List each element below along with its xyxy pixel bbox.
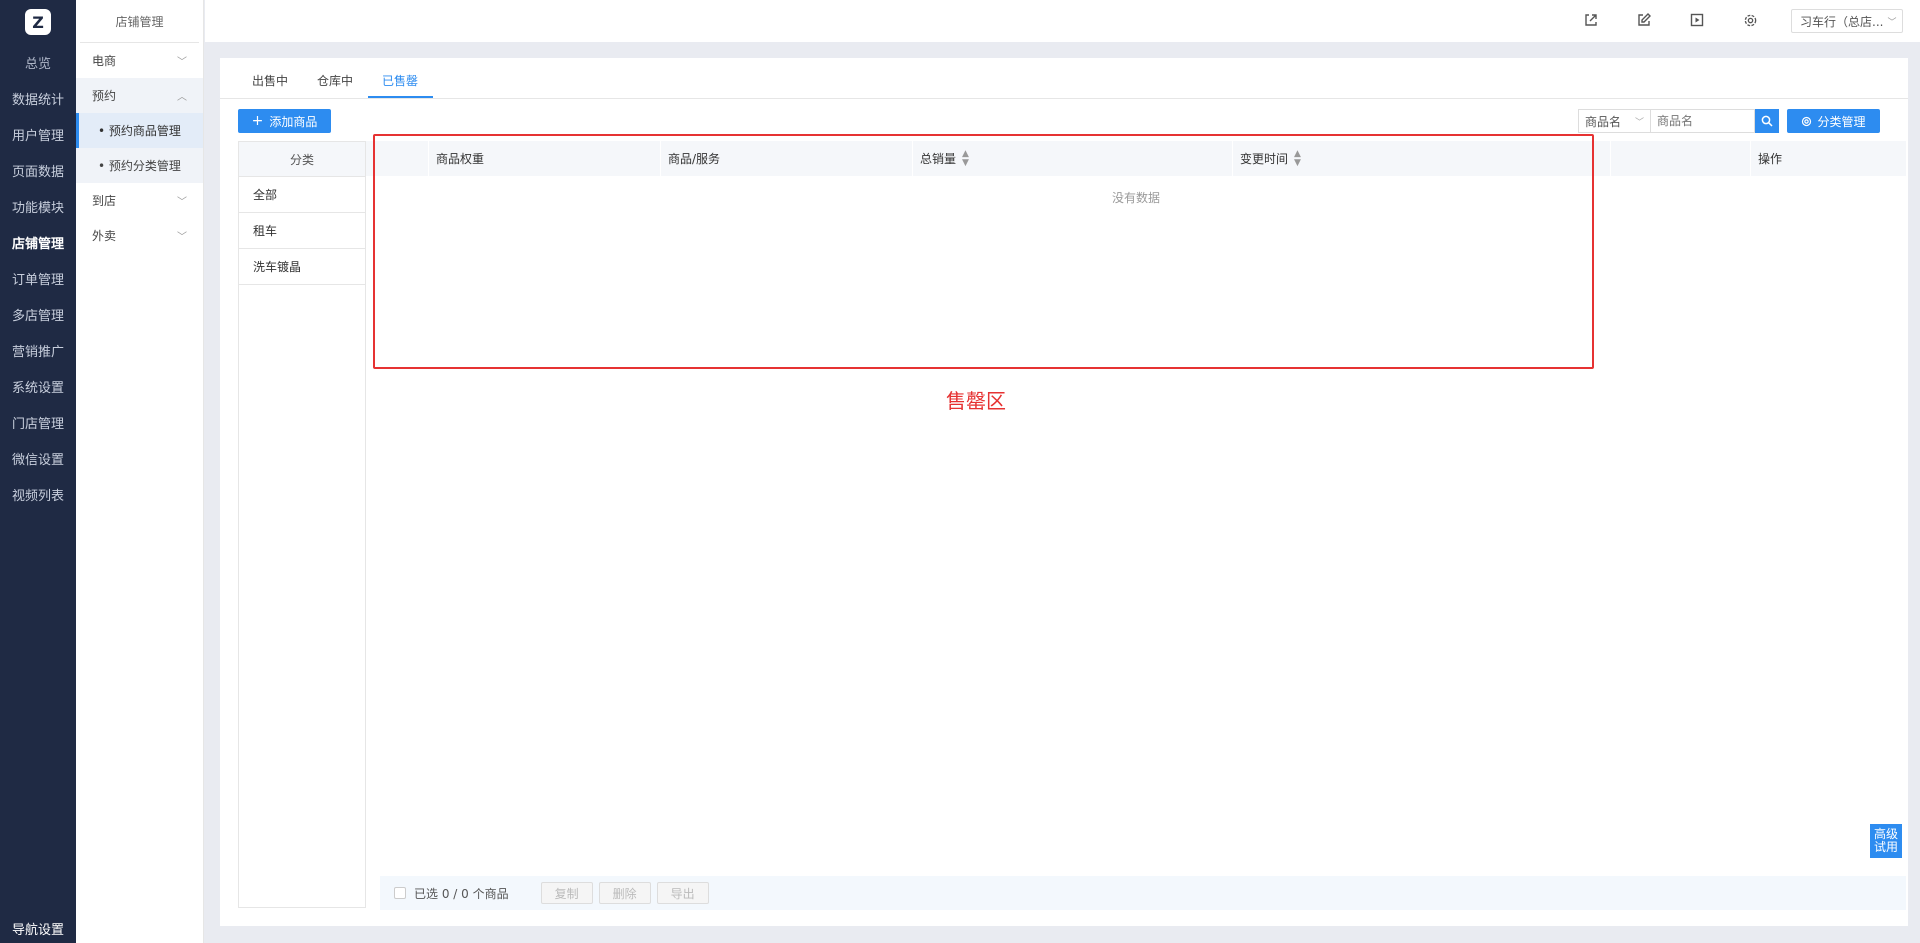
search-input[interactable] [1651, 109, 1755, 133]
copy-button[interactable]: 复制 [540, 882, 593, 904]
selected-count: 已选 0 / 0 个商品 [414, 886, 509, 901]
plus-icon: + [251, 113, 264, 129]
nav-settings-button[interactable]: 导航设置 [0, 913, 76, 943]
chevron-down-icon: ﹀ [177, 232, 187, 243]
status-tabs: 出售中 仓库中 已售罄 [220, 58, 1908, 99]
rail-item-page-data[interactable]: 页面数据 [0, 152, 76, 188]
rail-item-marketing[interactable]: 营销推广 [0, 332, 76, 368]
gear-icon [1802, 116, 1812, 126]
sub-group-label: 外卖 [92, 229, 117, 243]
rail-item-stats[interactable]: 数据统计 [0, 80, 76, 116]
chevron-down-icon: ﹀ [177, 197, 187, 208]
rail-item-modules[interactable]: 功能模块 [0, 188, 76, 224]
store-name: 习车行（总店... [1800, 14, 1884, 29]
sub-nav: 店铺管理 电商 ﹀ 预约 ︿ • 预约商品管理 • 预约分类管理 到店 ﹀ 外卖 ﹀ [76, 0, 204, 943]
chevron-up-icon: ︿ [177, 92, 187, 103]
sub-group-instore[interactable]: 到店 ﹀ [76, 183, 203, 218]
external-link-icon[interactable] [1582, 11, 1600, 29]
column-spacer [1610, 141, 1750, 176]
sub-group-takeout[interactable]: 外卖 ﹀ [76, 218, 203, 253]
delete-button[interactable]: 删除 [598, 882, 651, 904]
column-actions: 操作 [1750, 141, 1906, 176]
tab-in-warehouse[interactable]: 仓库中 [317, 72, 353, 89]
active-tab-indicator [368, 96, 433, 98]
sub-group-label: 到店 [92, 194, 117, 208]
tab-sold-out[interactable]: 已售罄 [382, 72, 418, 89]
rail-item-system[interactable]: 系统设置 [0, 368, 76, 404]
chevron-down-icon: ﹀ [177, 57, 187, 68]
annotation-box [373, 134, 1594, 369]
category-manage-button[interactable]: 分类管理 [1787, 109, 1880, 133]
rail-item-stores[interactable]: 门店管理 [0, 404, 76, 440]
search-icon [1761, 115, 1773, 127]
select-all-checkbox[interactable] [394, 887, 406, 899]
rail-item-users[interactable]: 用户管理 [0, 116, 76, 152]
chevron-down-icon: ﹀ [1634, 117, 1644, 128]
play-video-icon[interactable] [1688, 11, 1706, 29]
category-item-wash[interactable]: 洗车镀晶 [239, 249, 365, 285]
rail-item-orders[interactable]: 订单管理 [0, 260, 76, 296]
sub-group-label: 预约 [92, 89, 117, 103]
edit-icon[interactable] [1635, 11, 1653, 29]
sub-item-booking-products[interactable]: • 预约商品管理 [76, 113, 203, 148]
rail-item-multistore[interactable]: 多店管理 [0, 296, 76, 332]
rail-item-videos[interactable]: 视频列表 [0, 476, 76, 512]
column-label: 操作 [1758, 152, 1783, 166]
table-footer: 已选 0 / 0 个商品 复制 删除 导出 [380, 876, 1906, 910]
chevron-down-icon: ﹀ [1887, 17, 1897, 28]
sub-nav-title: 店铺管理 [80, 0, 199, 43]
category-item-rental[interactable]: 租车 [239, 213, 365, 249]
gear-icon[interactable] [1741, 11, 1759, 29]
advanced-trial-button[interactable]: 高级试用 [1870, 824, 1902, 858]
tab-on-sale[interactable]: 出售中 [252, 72, 288, 89]
search-button[interactable] [1755, 109, 1779, 133]
sub-group-booking[interactable]: 预约 ︿ [76, 78, 203, 113]
category-item-all[interactable]: 全部 [239, 177, 365, 213]
export-button[interactable]: 导出 [656, 882, 709, 904]
category-manage-label: 分类管理 [1817, 114, 1866, 129]
search-field-select[interactable]: 商品名 ﹀ [1578, 109, 1651, 133]
top-bar: 习车行（总店... ﹀ [205, 0, 1920, 42]
rail-item-overview[interactable]: 总览 [0, 44, 76, 80]
category-header: 分类 [239, 142, 365, 177]
store-selector[interactable]: 习车行（总店... ﹀ [1791, 9, 1903, 33]
add-product-button[interactable]: + 添加商品 [238, 109, 331, 133]
rail-item-wechat[interactable]: 微信设置 [0, 440, 76, 476]
rail-item-shop[interactable]: 店铺管理 [0, 224, 76, 260]
search-field-value: 商品名 [1585, 114, 1622, 129]
annotation-label: 售罄区 [946, 389, 1006, 413]
add-product-label: 添加商品 [269, 114, 318, 129]
logo-icon: Z [25, 9, 51, 35]
sub-group-ecommerce[interactable]: 电商 ﹀ [76, 43, 203, 78]
app-logo[interactable]: Z [0, 0, 76, 44]
sub-group-label: 电商 [92, 54, 117, 68]
sub-item-booking-categories[interactable]: • 预约分类管理 [76, 148, 203, 183]
main-nav-rail: Z 总览 数据统计 用户管理 页面数据 功能模块 店铺管理 订单管理 多店管理 … [0, 0, 76, 943]
category-panel: 分类 全部 租车 洗车镀晶 [238, 141, 366, 908]
